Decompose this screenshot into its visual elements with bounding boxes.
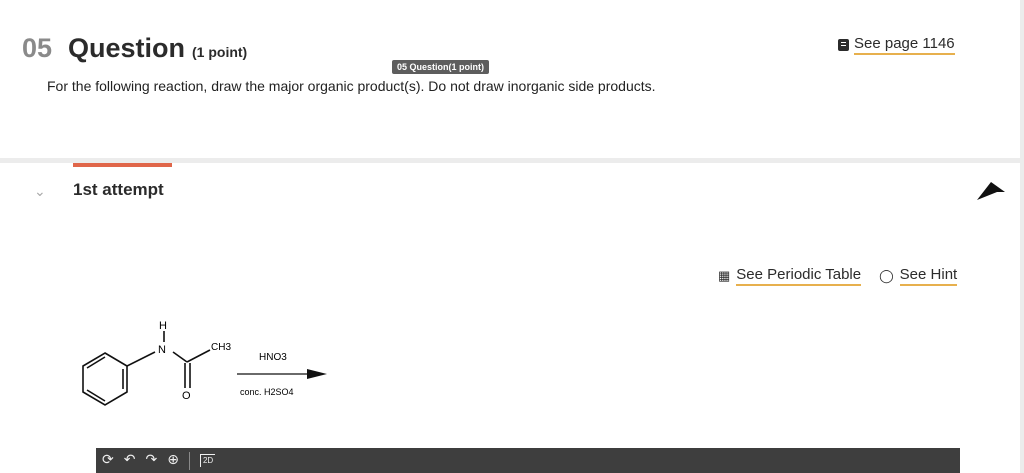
toolbar-divider [188,451,190,470]
see-hint-label: See Hint [899,266,958,286]
undo-icon[interactable]: ↶ [124,448,136,473]
attempt-label[interactable]: 1st attempt [73,180,164,200]
attempt-tools: ▦ See Periodic Table ◯ See Hint [718,266,958,286]
question-points: (1 point) [192,44,248,60]
see-hint-link[interactable]: ◯ See Hint [879,266,958,286]
atom-n: N [158,344,166,356]
question-title: Question [68,33,186,63]
flag-icon[interactable] [975,178,1007,202]
drawing-toolbar: ⟳ ↶ ↷ ⊕ 2D [96,448,960,473]
see-periodic-table-label: See Periodic Table [736,266,862,286]
see-page-link[interactable]: See page 1146 [838,35,955,55]
amide-bonds [126,331,211,388]
redo-icon[interactable]: ↷ [145,448,157,473]
benzene-ring [82,352,128,406]
attempt-tab-indicator [73,163,172,167]
reagent-bottom: conc. H2SO4 [240,387,294,397]
lightbulb-icon: ◯ [879,268,894,283]
periodic-table-icon: ▦ [718,268,731,283]
question-tooltip-tag: 05 Question(1 point) [392,60,490,74]
reaction-arrowhead [307,369,327,379]
question-text: For the following reaction, draw the maj… [47,78,656,94]
atom-ch3: CH3 [211,342,231,353]
book-icon [838,39,849,51]
see-page-label: See page 1146 [854,35,955,55]
zoom-icon[interactable]: ⊕ [167,448,179,473]
attempt-card: ⌄ 1st attempt ▦ See Periodic Table ◯ See… [0,163,1020,473]
question-card: 05 Question (1 point) 05 Question(1 poin… [0,0,1020,158]
see-periodic-table-link[interactable]: ▦ See Periodic Table [718,266,862,286]
two-d-button[interactable]: 2D [199,454,216,467]
atom-o: O [182,390,191,402]
question-number: 05 [22,33,53,63]
reaction-scheme: H N O CH3 HNO3 conc. H2SO4 [82,320,327,406]
reagent-top: HNO3 [259,352,287,363]
chevron-down-icon[interactable]: ⌄ [34,183,46,200]
clear-icon[interactable]: ⟳ [102,448,114,473]
atom-h: H [159,320,167,332]
